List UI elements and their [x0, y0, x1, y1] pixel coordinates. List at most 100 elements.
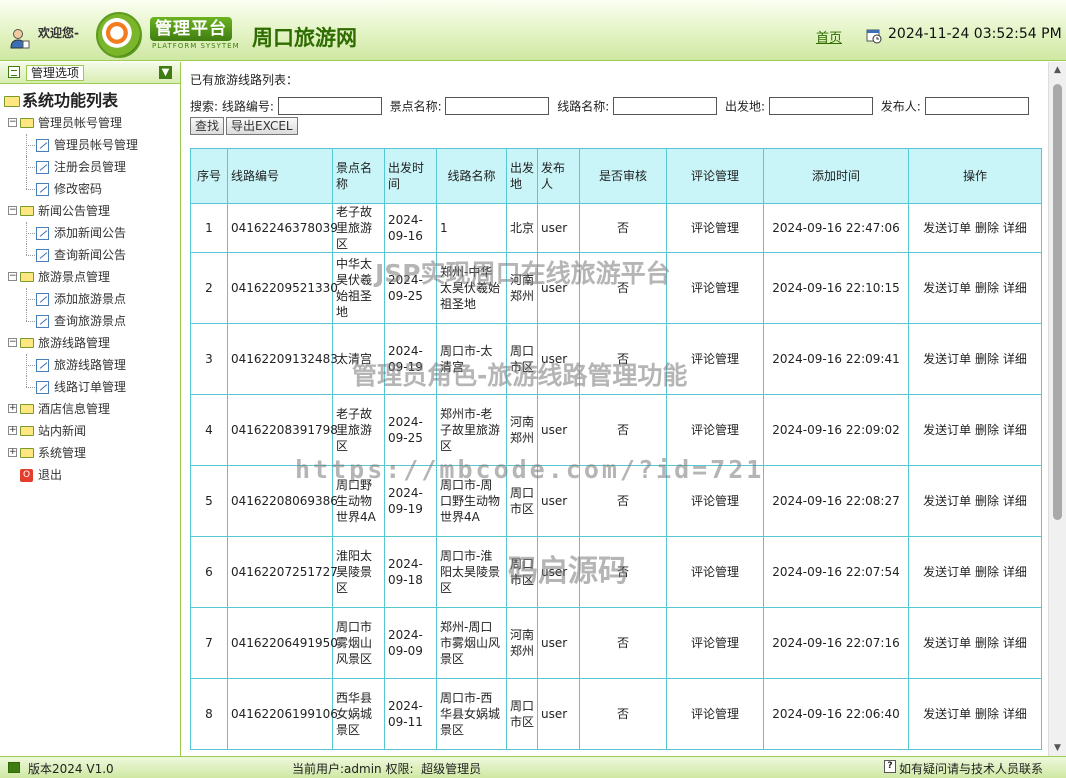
cell-added-time: 2024-09-16 22:09:41 — [763, 323, 909, 395]
tree-item-route-manage[interactable]: 旅游线路管理 — [0, 354, 180, 376]
tree-item-add-spot[interactable]: 添加旅游景点 — [0, 288, 180, 310]
cell-added-time: 2024-09-16 22:06:40 — [763, 678, 909, 750]
vertical-scrollbar[interactable]: ▲ ▼ — [1048, 62, 1066, 756]
scroll-thumb[interactable] — [1053, 84, 1062, 520]
tree-item-add-news[interactable]: 添加新闻公告 — [0, 222, 180, 244]
cell-comment-manage[interactable]: 评论管理 — [666, 465, 764, 537]
expand-plus-icon[interactable]: + — [8, 404, 17, 413]
detail-link[interactable]: 详细 — [1003, 636, 1027, 650]
detail-link[interactable]: 详细 — [1003, 494, 1027, 508]
export-excel-button[interactable]: 导出EXCEL — [226, 117, 298, 135]
cell-spot-name: 周口市雾烟山风景区 — [332, 607, 385, 679]
detail-link[interactable]: 详细 — [1003, 352, 1027, 366]
tree-group-admin-account[interactable]: − 管理员帐号管理 — [0, 112, 180, 134]
origin-label: 出发地: — [724, 99, 766, 114]
delete-link[interactable]: 删除 — [975, 352, 999, 366]
origin-input[interactable] — [768, 97, 873, 115]
expand-plus-icon[interactable]: + — [8, 426, 17, 435]
tree-item-query-spot[interactable]: 查询旅游景点 — [0, 310, 180, 332]
edit-doc-icon — [36, 315, 49, 328]
expand-plus-icon[interactable]: + — [8, 448, 17, 457]
tree-group-news[interactable]: − 新闻公告管理 — [0, 200, 180, 222]
send-order-link[interactable]: 发送订单 — [923, 494, 971, 508]
detail-link[interactable]: 详细 — [1003, 707, 1027, 721]
delete-link[interactable]: 删除 — [975, 707, 999, 721]
edit-doc-icon — [36, 227, 49, 240]
collapse-minus-icon[interactable]: − — [8, 118, 17, 127]
cell-publisher: user — [537, 323, 580, 395]
tree-group-hotels[interactable]: + 酒店信息管理 — [0, 398, 180, 420]
cell-publisher: user — [537, 203, 580, 253]
send-order-link[interactable]: 发送订单 — [923, 281, 971, 295]
calendar-clock-icon — [866, 29, 882, 44]
edit-doc-icon — [36, 183, 49, 196]
scroll-up-arrow-icon[interactable]: ▲ — [1049, 62, 1066, 78]
cell-comment-manage[interactable]: 评论管理 — [666, 394, 764, 466]
cell-comment-manage[interactable]: 评论管理 — [666, 607, 764, 679]
delete-link[interactable]: 删除 — [975, 565, 999, 579]
tree-item-admin-account[interactable]: 管理员帐号管理 — [0, 134, 180, 156]
cell-audit-status: 否 — [579, 323, 667, 395]
send-order-link[interactable]: 发送订单 — [923, 636, 971, 650]
tree-item-member-manage[interactable]: 注册会员管理 — [0, 156, 180, 178]
cell-comment-manage[interactable]: 评论管理 — [666, 203, 764, 253]
route-name-input[interactable] — [613, 97, 718, 115]
cell-route-code: 04162246378039 — [227, 203, 338, 253]
send-order-link[interactable]: 发送订单 — [923, 707, 971, 721]
cell-publisher: user — [537, 678, 580, 750]
find-button[interactable]: 查找 — [190, 117, 225, 135]
collapse-minus-icon[interactable]: − — [8, 272, 17, 281]
tree-item-label: 线路订单管理 — [54, 380, 127, 394]
cell-index: 2 — [190, 252, 228, 324]
delete-link[interactable]: 删除 — [975, 221, 999, 235]
tree-group-site-news[interactable]: + 站内新闻 — [0, 420, 180, 442]
delete-link[interactable]: 删除 — [975, 423, 999, 437]
send-order-link[interactable]: 发送订单 — [923, 352, 971, 366]
detail-link[interactable]: 详细 — [1003, 221, 1027, 235]
cell-comment-manage[interactable]: 评论管理 — [666, 536, 764, 608]
col-header: 出发地 — [506, 148, 538, 204]
tree-item-route-orders[interactable]: 线路订单管理 — [0, 376, 180, 398]
tree-item-change-password[interactable]: 修改密码 — [0, 178, 180, 200]
table-row: 1 04162246378039 老子故里旅游区 2024-09-16 1 北京 user 否… — [190, 203, 1042, 253]
tree-group-routes[interactable]: − 旅游线路管理 — [0, 332, 180, 354]
table-row: 7 04162206491950 周口市雾烟山风景区 2024-09-09 郑州-周口市… — [190, 607, 1042, 679]
home-link[interactable]: 首页 — [816, 27, 842, 46]
spot-name-input[interactable] — [445, 97, 550, 115]
tree-item-label: 管理员帐号管理 — [54, 138, 139, 152]
cell-origin: 周口市区 — [506, 323, 538, 395]
tree-item-query-news[interactable]: 查询新闻公告 — [0, 244, 180, 266]
cell-index: 7 — [190, 607, 228, 679]
tree-group-label: 新闻公告管理 — [38, 204, 111, 218]
delete-link[interactable]: 删除 — [975, 494, 999, 508]
delete-link[interactable]: 删除 — [975, 281, 999, 295]
tree-group-scenic-spots[interactable]: − 旅游景点管理 — [0, 266, 180, 288]
send-order-link[interactable]: 发送订单 — [923, 423, 971, 437]
collapse-minus-icon[interactable]: − — [8, 338, 17, 347]
status-footer: 版本2024 V1.0 当前用户:admin 权限: 超级管理员 ? 如有疑问请… — [0, 756, 1066, 778]
collapse-arrow-icon[interactable]: ▼ — [159, 66, 172, 79]
detail-link[interactable]: 详细 — [1003, 281, 1027, 295]
scroll-down-arrow-icon[interactable]: ▼ — [1049, 740, 1066, 756]
cell-depart-date: 2024-09-09 — [384, 607, 437, 679]
table-row: 6 04162207251727 淮阳太昊陵景区 2024-09-18 周口市-淮阳太昊… — [190, 536, 1042, 608]
detail-link[interactable]: 详细 — [1003, 423, 1027, 437]
tree-group-system[interactable]: + 系统管理 — [0, 442, 180, 464]
cell-audit-status: 否 — [579, 607, 667, 679]
send-order-link[interactable]: 发送订单 — [923, 565, 971, 579]
cell-depart-date: 2024-09-25 — [384, 394, 437, 466]
button-row: 查找 导出EXCEL — [190, 117, 300, 135]
logout-item[interactable]: O 退出 — [0, 464, 180, 486]
route-code-input[interactable] — [277, 97, 382, 115]
table-row: 2 04162209521330 中华太昊伏羲始祖圣地 2024-09-25 郑州-中华… — [190, 252, 1042, 324]
collapse-minus-icon[interactable]: − — [8, 206, 17, 215]
cell-comment-manage[interactable]: 评论管理 — [666, 323, 764, 395]
cell-actions: 发送订单 删除 详细 — [908, 607, 1042, 679]
detail-link[interactable]: 详细 — [1003, 565, 1027, 579]
cell-comment-manage[interactable]: 评论管理 — [666, 252, 764, 324]
send-order-link[interactable]: 发送订单 — [923, 221, 971, 235]
cell-comment-manage[interactable]: 评论管理 — [666, 678, 764, 750]
col-header: 操作 — [908, 148, 1042, 204]
publisher-input[interactable] — [924, 97, 1029, 115]
delete-link[interactable]: 删除 — [975, 636, 999, 650]
